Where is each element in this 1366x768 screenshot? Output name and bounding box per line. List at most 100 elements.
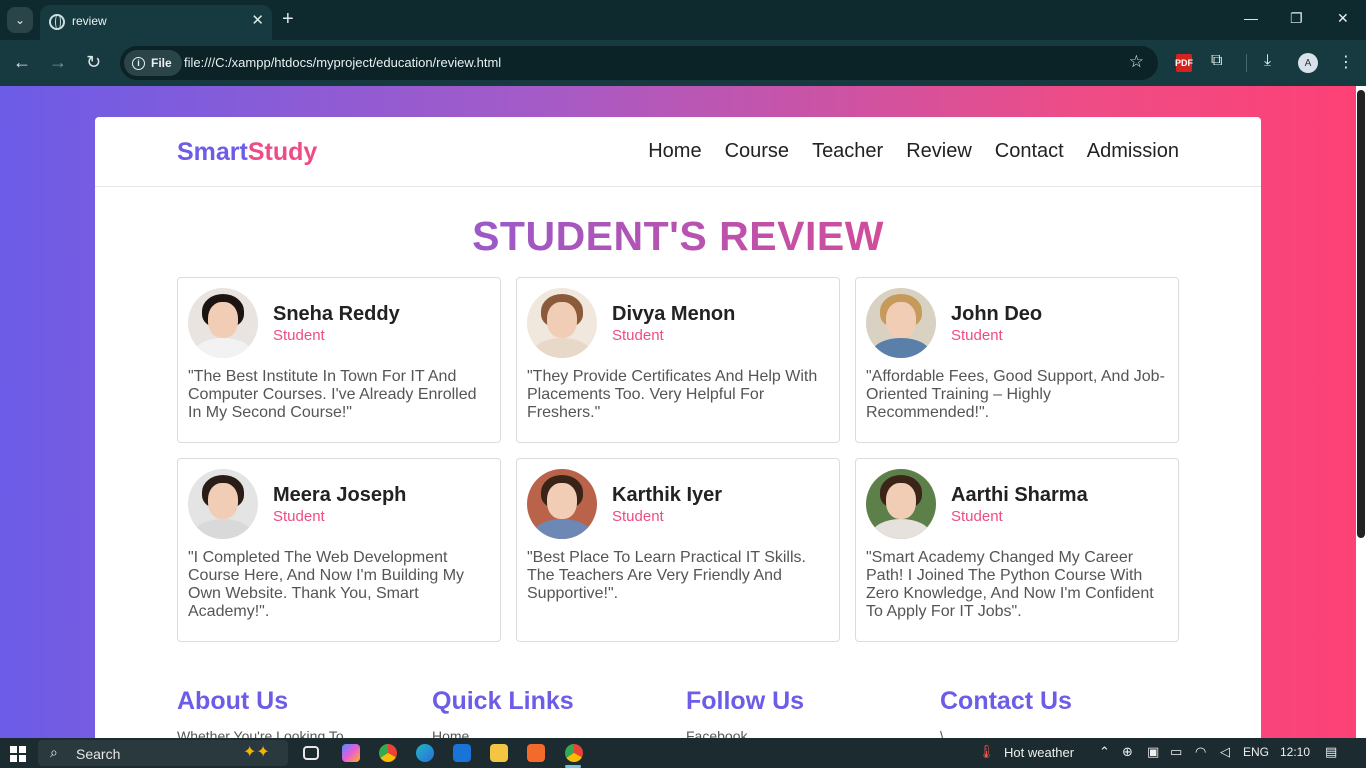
menu-icon[interactable]: ⋮ <box>1338 52 1354 72</box>
volume-icon[interactable]: ◁ <box>1220 744 1230 760</box>
review-card-6: Aarthi Sharma Student "Smart Academy Cha… <box>855 458 1179 642</box>
windows-start-icon[interactable] <box>10 746 26 762</box>
nav-course[interactable]: Course <box>725 140 789 163</box>
student-role: Student <box>612 508 664 525</box>
forward-icon[interactable]: → <box>49 52 67 73</box>
review-text: "I Completed The Web Development Course … <box>188 549 465 620</box>
tab-close-icon[interactable]: ✕ <box>251 11 264 29</box>
nav-review[interactable]: Review <box>906 140 972 163</box>
meet-icon[interactable]: ▣ <box>1147 744 1159 760</box>
taskbar: ⌕ Search ✦✦ 🌡 Hot weather ⌃ ⊕ ▣ ▭ ◠ ◁ EN… <box>0 738 1366 768</box>
chevron-up-icon[interactable]: ⌃ <box>1099 744 1110 760</box>
student-role: Student <box>951 327 1003 344</box>
student-photo <box>527 469 597 539</box>
footer-follow-title: Follow Us <box>686 687 805 715</box>
footer-link-home[interactable]: Home <box>432 728 574 738</box>
address-bar[interactable]: i File file:///C:/xampp/htdocs/myproject… <box>120 46 1158 80</box>
battery-icon[interactable]: ▭ <box>1170 744 1182 760</box>
notification-icon[interactable]: ▤ <box>1325 744 1337 760</box>
new-tab-icon[interactable]: + <box>282 8 294 31</box>
close-window-icon[interactable]: ✕ <box>1337 10 1349 27</box>
student-name: Divya Menon <box>612 303 736 325</box>
minimize-icon[interactable]: — <box>1244 10 1258 26</box>
tab-search-icon[interactable]: ⌄ <box>7 7 33 33</box>
url-text[interactable]: file:///C:/xampp/htdocs/myproject/educat… <box>184 55 501 70</box>
chrome-active-icon[interactable] <box>565 744 583 762</box>
nav-contact[interactable]: Contact <box>995 140 1064 163</box>
nav-teacher[interactable]: Teacher <box>812 140 883 163</box>
footer-link-facebook[interactable]: Facebook <box>686 728 804 738</box>
review-text: "Affordable Fees, Good Support, And Job-… <box>866 368 1165 421</box>
review-text: "They Provide Certificates And Help With… <box>527 368 818 421</box>
taskbar-search-label: Search <box>76 746 121 762</box>
page-container: SmartStudy Home Course Teacher Review Co… <box>95 117 1261 738</box>
back-icon[interactable]: ← <box>13 52 31 73</box>
review-card-1: Sneha Reddy Student "The Best Institute … <box>177 277 501 443</box>
student-photo <box>866 288 936 358</box>
taskbar-search[interactable]: ⌕ Search ✦✦ <box>38 740 288 766</box>
reload-icon[interactable]: ↻ <box>86 52 101 73</box>
task-view-icon[interactable] <box>303 746 319 760</box>
chrome-icon[interactable] <box>379 744 397 762</box>
review-text: "The Best Institute In Town For IT And C… <box>188 368 477 421</box>
logo-part-2: Study <box>247 138 318 166</box>
scrollbar-thumb[interactable] <box>1357 90 1365 538</box>
search-icon: ⌕ <box>50 744 58 760</box>
clock[interactable]: 12:10 <box>1280 745 1310 759</box>
student-photo <box>188 469 258 539</box>
xampp-icon[interactable] <box>527 744 545 762</box>
edge-icon[interactable] <box>416 744 434 762</box>
language-indicator[interactable]: ENG <box>1243 745 1269 759</box>
globe-network-icon[interactable]: ⊕ <box>1122 744 1133 760</box>
pdf-extension-icon[interactable]: PDF <box>1175 54 1193 72</box>
site-header: SmartStudy Home Course Teacher Review Co… <box>95 117 1261 187</box>
review-card-5: Karthik Iyer Student "Best Place To Lear… <box>516 458 840 642</box>
footer-links-title: Quick Links <box>432 687 574 715</box>
student-name: Aarthi Sharma <box>951 484 1088 506</box>
browser-tabstrip: ⌄ review ✕ + — ❐ ✕ <box>0 0 1366 40</box>
copilot-sparkle-icon: ✦✦ <box>243 744 270 761</box>
download-icon[interactable]: ⤓ <box>1264 52 1271 70</box>
footer-follow: Follow Us Facebook <box>686 687 804 738</box>
student-role: Student <box>951 508 1003 525</box>
student-name: Karthik Iyer <box>612 484 723 506</box>
site-info-chip[interactable]: i File <box>124 50 182 76</box>
toolbar-divider <box>1246 54 1247 72</box>
footer-quick-links: Quick Links Home <box>432 687 574 738</box>
wifi-icon[interactable]: ◠ <box>1195 744 1206 760</box>
footer-about: About Us Whether You're Looking To <box>177 687 344 738</box>
chip-label: File <box>151 56 172 70</box>
footer-contact-title: Contact Us <box>940 687 1072 715</box>
student-role: Student <box>273 327 325 344</box>
bookmark-star-icon[interactable]: ☆ <box>1129 52 1144 72</box>
globe-icon <box>49 14 65 30</box>
nav-admission[interactable]: Admission <box>1087 140 1179 163</box>
student-role: Student <box>273 508 325 525</box>
info-icon: i <box>132 56 145 70</box>
student-photo <box>866 469 936 539</box>
footer-about-text: Whether You're Looking To <box>177 728 344 738</box>
page-title-text: STUDENT'S REVIEW <box>472 213 884 259</box>
site-logo[interactable]: SmartStudy <box>177 138 317 167</box>
logo-part-1: Smart <box>177 138 248 166</box>
outlook-icon[interactable] <box>453 744 471 762</box>
tab-title: review <box>72 14 107 28</box>
nav-home[interactable]: Home <box>648 140 701 163</box>
review-card-3: John Deo Student "Affordable Fees, Good … <box>855 277 1179 443</box>
student-photo <box>527 288 597 358</box>
footer-contact-text: \ <box>940 728 944 738</box>
weather-text[interactable]: Hot weather <box>1004 745 1074 760</box>
review-text: "Smart Academy Changed My Career Path! I… <box>866 549 1154 620</box>
file-explorer-icon[interactable] <box>490 744 508 762</box>
review-text: "Best Place To Learn Practical IT Skills… <box>527 549 806 602</box>
browser-tab[interactable]: review ✕ <box>40 5 272 40</box>
copilot-icon[interactable] <box>342 744 360 762</box>
restore-icon[interactable]: ❐ <box>1290 10 1303 27</box>
review-card-4: Meera Joseph Student "I Completed The We… <box>177 458 501 642</box>
browser-toolbar: ← → ↻ i File file:///C:/xampp/htdocs/myp… <box>0 40 1366 86</box>
page-title: STUDENT'S REVIEW <box>95 213 1261 260</box>
footer-about-title: About Us <box>177 687 289 715</box>
profile-avatar[interactable]: A <box>1298 53 1318 73</box>
student-role: Student <box>612 327 664 344</box>
extensions-icon[interactable]: ⧉ <box>1211 52 1222 70</box>
